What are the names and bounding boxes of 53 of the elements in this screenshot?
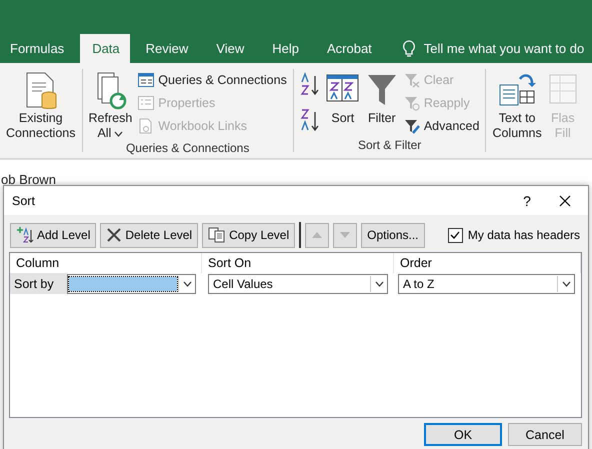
ribbon-tab[interactable]: Acrobat: [314, 34, 382, 63]
delete-button[interactable]: Delete Level: [100, 222, 198, 248]
ribbon-tab[interactable]: View: [204, 34, 254, 63]
checkbox[interactable]: [448, 228, 463, 242]
tell-me-search[interactable]: Tell me what you want to do: [424, 41, 584, 56]
link-document-icon: [138, 118, 154, 134]
ribbon-tab[interactable]: Help: [260, 34, 309, 63]
table-icon: [138, 72, 154, 86]
reapply-filter-icon: [404, 94, 420, 110]
ribbon-tab[interactable]: Review: [134, 34, 198, 63]
ribbon-button[interactable]: Sort: [326, 69, 360, 126]
ribbon-button[interactable]: Filter: [366, 69, 398, 126]
ribbon-small-button[interactable]: Queries & Connections: [138, 69, 287, 90]
cancel-button[interactable]: Cancel: [508, 423, 582, 446]
up-arrow-icon: [312, 232, 322, 238]
row-label: Sort by: [10, 273, 67, 294]
sort-descending-icon: [300, 108, 320, 132]
check-icon: [450, 230, 460, 240]
ribbon-tab[interactable]: Data: [80, 34, 130, 63]
caret-icon: [182, 280, 192, 286]
add-level-icon: [16, 226, 34, 244]
ribbon-small-button[interactable]: Advanced: [404, 115, 480, 136]
ribbon-button[interactable]: Existing Connections: [6, 69, 76, 141]
down-arrow-icon: [340, 232, 350, 238]
cell-text: ob Brown: [1, 172, 56, 187]
properties-icon: [138, 96, 154, 110]
caret-icon: [374, 280, 384, 286]
group-label: Sort & Filter: [356, 138, 422, 152]
help-button[interactable]: ?: [512, 186, 542, 215]
dialog-title: Sort: [12, 194, 36, 208]
advanced-filter-icon: [404, 118, 420, 134]
copy-icon: [208, 227, 226, 243]
add-button[interactable]: Add Level: [10, 222, 96, 248]
order-dropdown[interactable]: A to Z: [398, 274, 575, 294]
column-header: Sort On: [202, 253, 394, 273]
group-label: Queries & Connections: [124, 141, 250, 155]
x-icon: [106, 227, 122, 243]
ribbon-tab[interactable]: Formulas: [0, 34, 74, 63]
copy-button[interactable]: Copy Level: [202, 222, 296, 248]
close-icon: [559, 194, 571, 206]
ok-button[interactable]: OK: [424, 423, 502, 446]
ribbon-button[interactable]: Text to Columns: [492, 69, 542, 141]
checkbox-label: My data has headers: [468, 228, 580, 242]
ribbon-button[interactable]: Refresh All: [88, 69, 132, 141]
options-button[interactable]: Options...: [361, 222, 424, 248]
caret-icon: [562, 280, 570, 286]
column-dropdown[interactable]: [67, 274, 196, 294]
lightbulb-icon: [402, 40, 416, 58]
clear-filter-icon: [404, 72, 420, 88]
caret-icon: [114, 130, 124, 136]
sort-on-dropdown[interactable]: Cell Values: [208, 274, 388, 294]
sort-ascending-icon: [300, 72, 320, 96]
column-header: Order: [394, 253, 581, 273]
